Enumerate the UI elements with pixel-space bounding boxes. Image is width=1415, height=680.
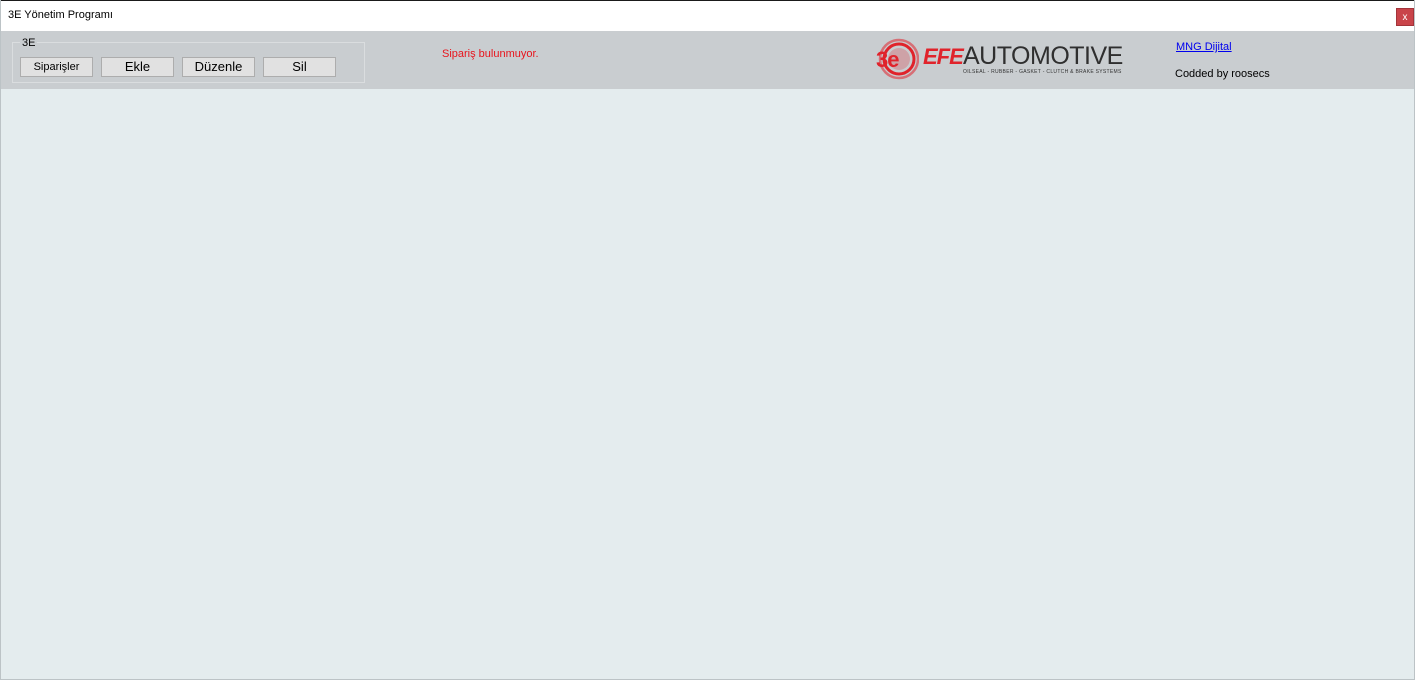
group-box-label: 3E <box>20 37 38 49</box>
add-button[interactable]: Ekle <box>101 57 174 77</box>
title-bar[interactable]: 3E Yönetim Programı x <box>1 0 1414 31</box>
status-message: Sipariş bulunmuyor. <box>442 48 539 60</box>
content-area <box>1 89 1414 679</box>
mng-dijital-link[interactable]: MNG Dijital <box>1176 41 1232 53</box>
edit-button[interactable]: Düzenle <box>182 57 255 77</box>
toolbar-panel: 3E Siparişler Ekle Düzenle Sil Sipariş b… <box>1 31 1414 89</box>
logo-name: AUTOMOTIVE <box>963 42 1123 70</box>
group-box-3e: 3E Siparişler Ekle Düzenle Sil <box>12 37 365 83</box>
window-title: 3E Yönetim Programı <box>8 9 113 21</box>
close-button[interactable]: x <box>1396 8 1414 26</box>
delete-button[interactable]: Sil <box>263 57 336 77</box>
orders-button[interactable]: Siparişler <box>20 57 93 77</box>
credit-text: Codded by roosecs <box>1175 68 1270 80</box>
app-window: 3E Yönetim Programı x 3E Siparişler Ekle… <box>0 0 1415 680</box>
logo-mark-icon: 3e <box>876 38 919 80</box>
company-logo: 3e EFE AUTOMOTIVE OILSEAL - RUBBER - GAS… <box>875 38 1125 80</box>
logo-brand: EFE <box>923 44 964 69</box>
logo-tagline: OILSEAL - RUBBER - GASKET - CLUTCH & BRA… <box>963 69 1122 75</box>
logo-mark-text: 3e <box>876 47 899 72</box>
